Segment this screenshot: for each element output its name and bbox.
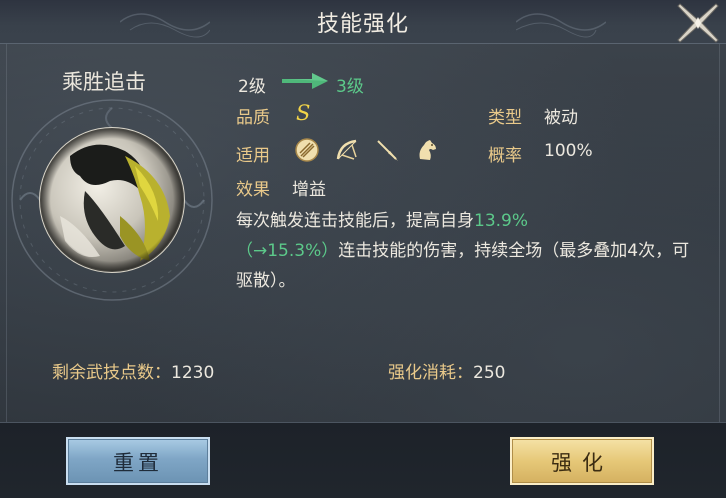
panel-header: 技能强化 [0, 0, 726, 44]
close-button[interactable] [674, 0, 722, 46]
close-icon [677, 3, 719, 43]
skill-name: 乘胜追击 [62, 70, 146, 94]
enhance-cost: 强化消耗：250 [388, 358, 505, 383]
remaining-points: 剩余武技点数：1230 [52, 358, 214, 383]
enhance-cost-label: 强化消耗： [388, 363, 473, 383]
chance-label: 概率 [488, 146, 522, 166]
remaining-points-label: 剩余武技点数： [52, 363, 171, 383]
arrow-right-icon [282, 73, 328, 89]
quality-label: 品质 [236, 108, 270, 128]
type-label: 类型 [488, 108, 522, 128]
quality-value: S [296, 101, 311, 125]
staff-icon [295, 138, 319, 162]
effect-value: 增益 [292, 180, 326, 200]
bow-icon [336, 139, 357, 160]
skill-enhance-panel: 技能强化 乘胜追击 2级 3级 品质 S 类型 被动 适用 概率 100% 效果… [0, 0, 726, 498]
level-to: 3级 [336, 77, 364, 97]
effect-label: 效果 [236, 180, 270, 200]
desc-current-value: 13.9% [474, 211, 529, 231]
horse-icon [419, 140, 436, 160]
enhance-button[interactable]: 强化 [510, 437, 654, 485]
level-from: 2级 [238, 77, 266, 97]
desc-text-1: 每次触发连击技能后，提高自身 [236, 211, 474, 231]
chance-value: 100% [544, 141, 593, 161]
skill-icon [11, 99, 213, 301]
remaining-points-value: 1230 [171, 363, 215, 383]
enhance-cost-value: 250 [473, 363, 506, 383]
apply-label: 适用 [236, 146, 270, 166]
reset-button[interactable]: 重置 [66, 437, 210, 485]
type-value: 被动 [544, 108, 578, 128]
desc-next-value: （→15.3%） [236, 241, 339, 261]
skill-description: 每次触发连击技能后，提高自身13.9% （→15.3%）连击技能的伤害，持续全场（… [236, 206, 696, 296]
page-title: 技能强化 [316, 12, 409, 37]
spear-icon [377, 140, 398, 161]
